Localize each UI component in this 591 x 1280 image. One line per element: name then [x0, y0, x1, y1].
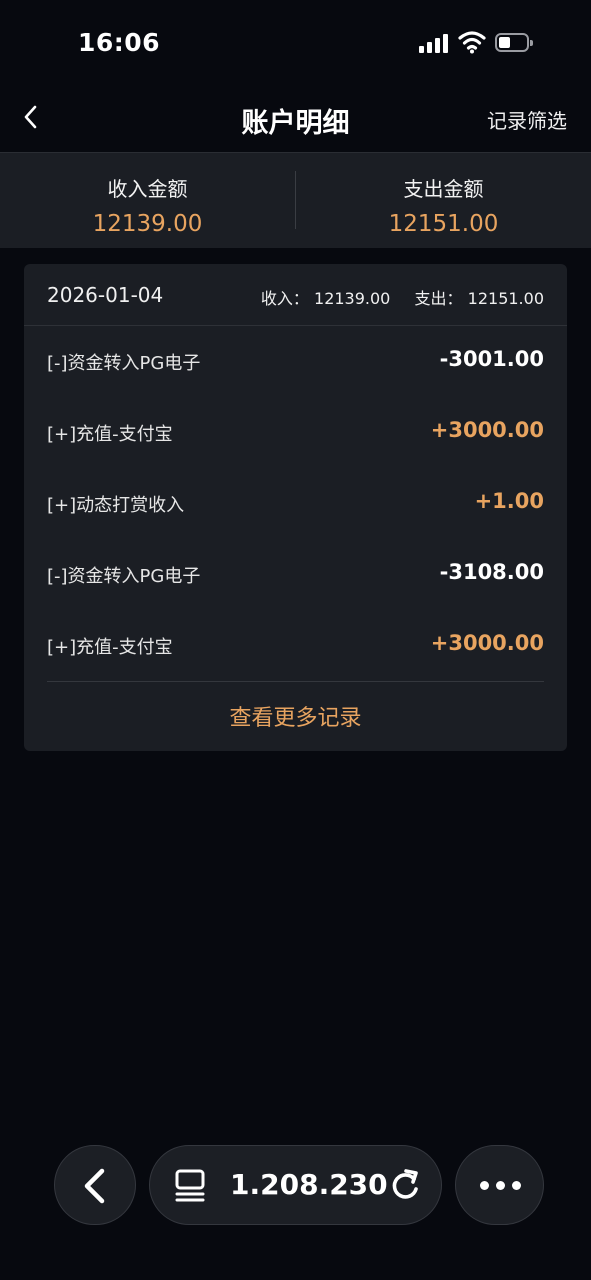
- more-menu-button[interactable]: [455, 1145, 544, 1225]
- list-item[interactable]: [+]充值-支付宝 +3000.00: [47, 412, 544, 452]
- status-bar: 16:06: [0, 0, 591, 88]
- record-amount: -3108.00: [439, 560, 544, 584]
- daily-records-card: 2026-01-04 收入： 12139.00 支出： 12151.00 [-]…: [24, 264, 567, 751]
- list-item[interactable]: [+]充值-支付宝 +3000.00: [47, 625, 544, 665]
- record-label: [-]资金转入PG电子: [47, 353, 201, 374]
- daily-expense-value: 12151.00: [467, 289, 544, 308]
- battery-icon: [495, 33, 533, 52]
- status-time: 16:06: [78, 28, 161, 57]
- record-label: [+]充值-支付宝: [47, 637, 173, 658]
- list-item[interactable]: [-]资金转入PG电子 -3001.00: [47, 341, 544, 381]
- expense-total-value: 12151.00: [388, 211, 499, 237]
- card-header: 2026-01-04 收入： 12139.00 支出： 12151.00: [24, 264, 567, 326]
- record-amount: +3000.00: [430, 631, 544, 655]
- daily-expense-label: 支出：: [414, 289, 463, 308]
- url-bar[interactable]: 1.208.230: [149, 1145, 442, 1225]
- expense-summary: 支出金额 12151.00: [296, 153, 591, 248]
- record-label: [+]充值-支付宝: [47, 424, 173, 445]
- back-arrow-icon: [84, 1168, 105, 1204]
- cellular-signal-icon: [419, 33, 449, 53]
- expense-total-label: 支出金额: [403, 177, 484, 201]
- record-label: [-]资金转入PG电子: [47, 566, 201, 587]
- record-amount: -3001.00: [439, 347, 544, 371]
- daily-income-label: 收入：: [260, 289, 309, 308]
- daily-totals: 收入： 12139.00 支出： 12151.00: [261, 285, 544, 309]
- view-more-records-button[interactable]: 查看更多记录: [24, 700, 567, 732]
- tabs-icon[interactable]: [174, 1168, 208, 1204]
- divider: [47, 681, 544, 682]
- record-label: [+]动态打赏收入: [47, 495, 185, 516]
- record-amount: +1.00: [474, 489, 544, 513]
- income-total-label: 收入金额: [107, 177, 188, 201]
- list-item[interactable]: [-]资金转入PG电子 -3108.00: [47, 554, 544, 594]
- income-total-value: 12139.00: [92, 211, 203, 237]
- income-summary: 收入金额 12139.00: [0, 153, 295, 248]
- browser-back-button[interactable]: [54, 1145, 136, 1225]
- url-text: 1.208.230: [230, 1168, 388, 1201]
- nav-bar: 账户明细 记录筛选: [0, 88, 591, 152]
- reload-icon[interactable]: [388, 1168, 422, 1204]
- list-item[interactable]: [+]动态打赏收入 +1.00: [47, 483, 544, 523]
- record-amount: +3000.00: [430, 418, 544, 442]
- summary-panel: 收入金额 12139.00 支出金额 12151.00: [0, 152, 591, 248]
- record-date: 2026-01-04: [47, 283, 164, 307]
- daily-income-value: 12139.00: [314, 289, 391, 308]
- wifi-icon: [458, 31, 486, 54]
- record-filter-button[interactable]: 记录筛选: [487, 105, 567, 134]
